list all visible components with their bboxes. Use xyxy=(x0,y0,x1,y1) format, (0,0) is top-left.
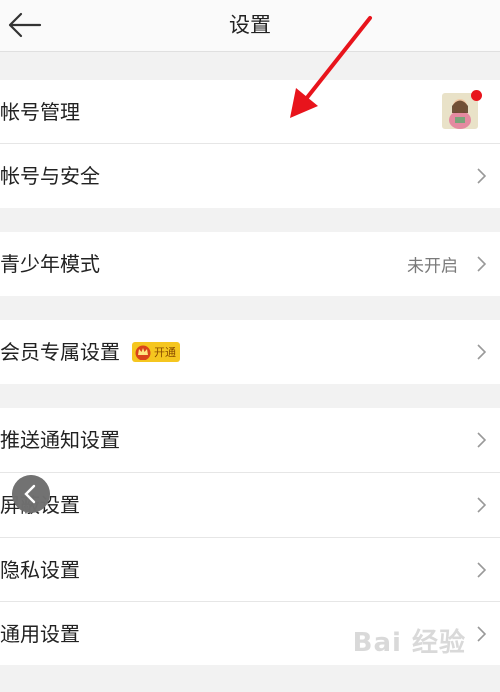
row-label: 通用设置 xyxy=(0,621,80,646)
top-bar: 设置 xyxy=(0,0,500,52)
settings-row-account-security[interactable]: 帐号与安全 xyxy=(0,144,500,208)
chevron-right-icon xyxy=(477,256,486,272)
settings-row-youth-mode[interactable]: 青少年模式 未开启 xyxy=(0,232,500,296)
chevron-right-icon xyxy=(477,561,486,578)
row-label: 隐私设置 xyxy=(0,557,80,582)
crown-icon xyxy=(135,345,151,360)
row-label: 会员专属设置 xyxy=(0,340,120,364)
annotation-arrow xyxy=(290,16,372,118)
chevron-right-icon xyxy=(477,344,486,360)
floating-back-button[interactable] xyxy=(12,475,50,513)
settings-row-push-notifications[interactable]: 推送通知设置 xyxy=(0,408,500,472)
settings-row-vip-settings[interactable]: 会员专属设置 开通 xyxy=(0,320,500,384)
notification-dot xyxy=(471,90,482,101)
row-label: 青少年模式 xyxy=(0,252,100,276)
settings-row-account-management[interactable]: 帐号管理 xyxy=(0,80,500,143)
chevron-right-icon xyxy=(477,625,486,642)
settings-row-privacy[interactable]: 隐私设置 xyxy=(0,538,500,601)
page-title: 设置 xyxy=(229,13,271,37)
row-label: 推送通知设置 xyxy=(0,428,120,452)
vip-badge-label: 开通 xyxy=(154,346,176,359)
row-label: 帐号与安全 xyxy=(0,164,100,188)
chevron-right-icon xyxy=(477,497,486,513)
chevron-right-icon xyxy=(477,168,486,184)
chevron-right-icon xyxy=(477,432,486,448)
row-label: 帐号管理 xyxy=(0,99,80,124)
watermark: Bai 经验 xyxy=(352,628,466,658)
settings-row-block[interactable]: 屏蔽设置 xyxy=(0,473,500,537)
vip-badge: 开通 xyxy=(132,342,180,362)
youth-mode-status: 未开启 xyxy=(407,256,458,277)
